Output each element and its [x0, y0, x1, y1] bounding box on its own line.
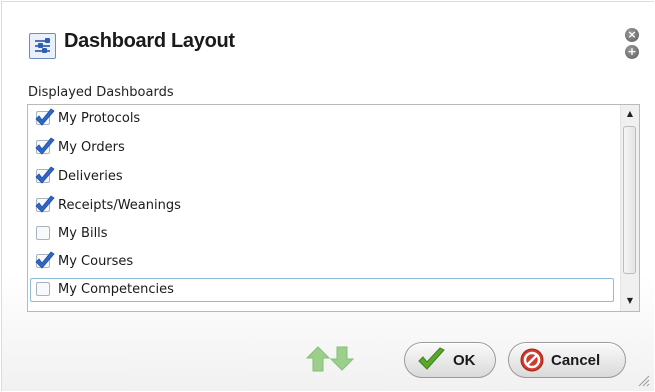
move-down-arrow-icon[interactable]: [329, 346, 355, 371]
move-arrows-svg: [305, 346, 355, 372]
list-item[interactable]: My Bills: [28, 222, 618, 246]
layout-settings-icon: [29, 33, 56, 59]
list-item[interactable]: Receipts/Weanings: [28, 194, 618, 218]
list-item-label: Deliveries: [58, 169, 123, 184]
close-icon[interactable]: ×: [625, 28, 639, 42]
checkmark-icon: [35, 108, 55, 126]
checkmark-icon: [35, 137, 55, 155]
ok-check-icon: [418, 347, 445, 370]
list-item-label: Receipts/Weanings: [58, 198, 181, 213]
list-item[interactable]: My Courses: [28, 250, 618, 274]
list-item-label: My Bills: [58, 226, 108, 241]
add-icon[interactable]: +: [625, 45, 639, 59]
checkmark-icon: [35, 195, 55, 213]
cancel-label: Cancel: [551, 352, 601, 369]
list-scrollbar[interactable]: ▲ ▼: [620, 105, 639, 311]
list-item-label: My Courses: [58, 254, 134, 269]
list-item[interactable]: My Competencies: [28, 278, 618, 302]
displayed-dashboards-label: Displayed Dashboards: [28, 85, 174, 100]
list-item-label: My Competencies: [58, 282, 174, 297]
move-up-arrow-icon[interactable]: [305, 346, 331, 372]
reorder-arrows: [305, 345, 355, 377]
list-item-label: My Protocols: [58, 111, 141, 126]
displayed-dashboards-list[interactable]: My Protocols My Orders Deliveries Receipts/…: [27, 104, 640, 312]
list-item[interactable]: My Orders: [28, 136, 618, 160]
dialog-title: Dashboard Layout: [64, 30, 235, 52]
scroll-up-icon[interactable]: ▲: [621, 105, 639, 123]
resize-grip-icon[interactable]: [636, 373, 650, 387]
checkmark-icon: [35, 166, 55, 184]
checkbox[interactable]: [36, 282, 50, 296]
list-item-label: My Orders: [58, 140, 125, 155]
checkbox[interactable]: [36, 226, 50, 240]
list-item[interactable]: My Protocols: [28, 107, 618, 131]
scroll-down-icon[interactable]: ▼: [621, 292, 639, 310]
ok-button[interactable]: OK: [404, 342, 496, 378]
scroll-thumb[interactable]: [623, 126, 636, 274]
dashboard-layout-dialog: Dashboard Layout × + Displayed Dashboard…: [1, 1, 654, 391]
checkmark-icon: [35, 251, 55, 269]
cancel-button[interactable]: Cancel: [508, 342, 626, 378]
list-item[interactable]: Deliveries: [28, 165, 618, 189]
cancel-icon: [520, 348, 544, 372]
ok-label: OK: [453, 352, 476, 369]
